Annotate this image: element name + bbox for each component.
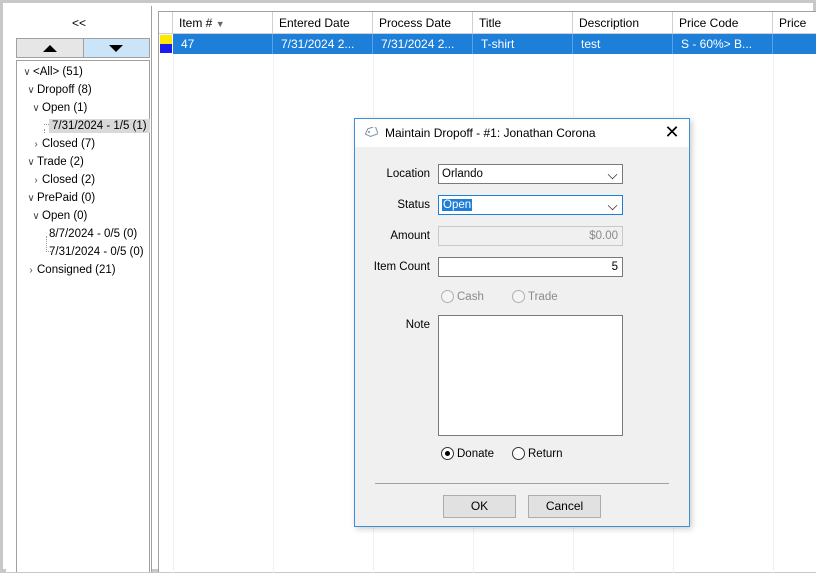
chevron-down-icon: ∨ [23,67,31,78]
sort-desc-icon: ▼ [215,19,225,29]
grid-header: Item # ▼ Entered Date Process Date Title… [159,12,816,34]
tree-item-dropoff[interactable]: ∨ Dropoff (8) [25,81,91,99]
nav-buttons [16,38,150,58]
tree-item-dropoff-open[interactable]: ∨ Open (1) [30,99,87,117]
tree-item-prepaid-batch-1[interactable]: 8/7/2024 - 0/5 (0) [49,225,137,243]
collapse-panel-button[interactable]: << [6,16,152,30]
cancel-button[interactable]: Cancel [528,495,601,518]
tree-item-prepaid-batch-2[interactable]: 7/31/2024 - 0/5 (0) [49,243,144,261]
row-indicator [159,34,173,54]
chevron-down-icon [607,200,618,211]
amount-label: Amount [390,230,430,242]
divider [375,483,669,484]
close-icon[interactable]: ✕ [663,123,681,141]
tree-item-prepaid-open[interactable]: ∨ Open (0) [30,207,87,225]
note-label: Note [405,319,430,331]
table-row[interactable]: 47 7/31/2024 2... 7/31/2024 2... T-shirt… [159,34,816,54]
cell-process-date: 7/31/2024 2... [373,34,473,54]
chevron-right-icon: › [29,265,33,276]
chevron-down-icon: ∨ [27,85,35,96]
chevron-right-icon: › [34,175,38,186]
tree-item-dropoff-closed[interactable]: › Closed (7) [30,135,95,153]
tree-item-consigned[interactable]: › Consigned (21) [25,261,115,279]
chevron-down-icon: ∨ [32,211,40,222]
maintain-dropoff-dialog: Maintain Dropoff - #1: Jonathan Corona ✕… [354,118,690,527]
move-down-button[interactable] [83,39,149,57]
column-header-price-code[interactable]: Price Code [673,12,773,34]
ok-button[interactable]: OK [443,495,516,518]
tag-icon [364,127,378,137]
tree-item-dropoff-batch[interactable]: 7/31/2024 - 1/5 (1) [49,117,150,135]
chevron-down-icon: ∨ [32,103,40,114]
dialog-title: Maintain Dropoff - #1: Jonathan Corona [385,126,596,140]
category-tree: ∨ <All> (51) ∨ Dropoff (8) ∨ Open (1) 7/31/… [16,60,150,572]
column-header-process-date[interactable]: Process Date [373,12,473,34]
down-arrow-icon [109,44,124,52]
return-radio[interactable]: Return [512,447,563,460]
amount-field: $0.00 [438,226,623,246]
cash-radio: Cash [441,290,484,303]
app-window: << ∨ <All> (51) ∨ Dropoff (8) ∨ Open (1) 7/… [0,0,816,573]
column-header-title[interactable]: Title [473,12,573,34]
tree-item-trade[interactable]: ∨ Trade (2) [25,153,84,171]
move-up-button[interactable] [17,39,84,57]
cell-entered-date: 7/31/2024 2... [273,34,373,54]
location-label: Location [386,168,430,180]
status-label: Status [397,199,430,211]
tree-item-all[interactable]: ∨ <All> (51) [21,63,83,81]
column-header-price[interactable]: Price [773,12,816,34]
column-header-description[interactable]: Description [573,12,673,34]
item-count-label: Item Count [373,261,430,273]
tree-item-trade-closed[interactable]: › Closed (2) [30,171,95,189]
up-arrow-icon [42,44,57,52]
location-select[interactable]: Orlando [438,164,623,184]
chevron-right-icon: › [34,139,38,150]
column-header-item-number[interactable]: Item # ▼ [173,12,273,34]
tree-item-prepaid[interactable]: ∨ PrePaid (0) [25,189,95,207]
chevron-down-icon [607,169,618,180]
column-header-entered-date[interactable]: Entered Date [273,12,373,34]
item-count-field[interactable]: 5 [438,257,623,277]
cell-item-number: 47 [173,34,273,54]
dialog-titlebar: Maintain Dropoff - #1: Jonathan Corona ✕ [355,119,689,147]
chevron-down-icon: ∨ [27,193,35,204]
cell-description: test [573,34,673,54]
donate-radio[interactable]: Donate [441,447,494,460]
left-panel: << ∨ <All> (51) ∨ Dropoff (8) ∨ Open (1) 7/… [6,6,152,572]
trade-radio: Trade [512,290,558,303]
note-textarea[interactable] [438,315,623,436]
status-select[interactable]: Open [438,195,623,215]
cell-price [773,34,816,54]
cell-title: T-shirt [473,34,573,54]
cell-price-code: S - 60%> B... [673,34,773,54]
chevron-down-icon: ∨ [27,157,35,168]
